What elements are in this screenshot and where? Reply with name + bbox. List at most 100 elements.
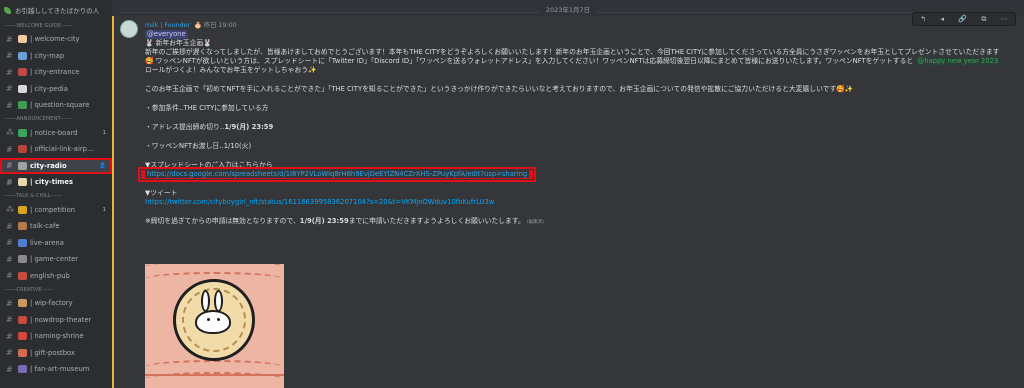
- channel-label: | welcome-city: [30, 35, 80, 44]
- channel-label: english-pub: [30, 271, 70, 280]
- hash-icon: #: [6, 34, 13, 44]
- channel-emoji-icon: [18, 178, 27, 187]
- channel-badge: 👤: [99, 162, 106, 169]
- note-bold: 1/9(月) 23:59: [299, 217, 349, 225]
- bunny-eye: [217, 318, 220, 321]
- channel-label: | city-times: [30, 178, 74, 187]
- channel-item[interactable]: # | city-times: [0, 174, 112, 191]
- stripe: [145, 374, 284, 376]
- channel-label: | competition: [30, 205, 76, 214]
- channel-item[interactable]: # | welcome-city: [0, 31, 112, 48]
- channel-label: | fan-art-museum: [30, 365, 90, 374]
- spreadsheet-link[interactable]: https://docs.google.com/spreadsheets/d/1…: [145, 170, 530, 178]
- deadline-line: ・アドレス提出締め切り‥1/9(月) 23:59: [145, 123, 1004, 132]
- paragraph-end: ロールがつくよ！みんなでお年玉をゲットしちゃおう✨: [145, 66, 317, 74]
- channel-label: | naming-shrine: [30, 332, 84, 341]
- sheet-label: ▼スプレッドシートのご入力はこちらから: [145, 161, 273, 169]
- channel-item[interactable]: # live-arena: [0, 235, 112, 252]
- message-paragraph-2: このお年玉企画で「初めてNFTを手に入れることができた」「THE CITYを知る…: [145, 85, 854, 93]
- hash-icon: #: [6, 221, 13, 231]
- channel-item[interactable]: ⁂ | competition 1: [0, 202, 112, 219]
- deadline-value: 1/9(月) 23:59: [224, 123, 274, 131]
- server-header[interactable]: お引越ししてきたばかりの人: [0, 0, 112, 20]
- channel-item[interactable]: ⁂ | notice-board 1: [0, 125, 112, 142]
- everyone-mention[interactable]: @everyone: [145, 30, 188, 39]
- channel-label: | official-link-airp...: [30, 145, 94, 154]
- channel-emoji-icon: [18, 299, 27, 308]
- hash-icon: ⁂: [6, 205, 14, 215]
- bunny-patch-icon: [173, 279, 255, 361]
- hash-icon: #: [6, 348, 13, 358]
- channel-emoji-icon: [18, 51, 27, 60]
- channel-item[interactable]: # | game-center: [0, 251, 112, 268]
- hash-icon: #: [6, 177, 13, 187]
- hash-icon: #: [6, 254, 13, 264]
- channel-label: | question-square: [30, 101, 90, 110]
- category-header[interactable]: ------CREATIVE------: [0, 284, 112, 295]
- copy-icon[interactable]: ⧉: [981, 15, 986, 24]
- tweet-link[interactable]: https://twitter.com/cityboygirl_nft/stat…: [145, 198, 1004, 207]
- bunny-ear: [214, 290, 223, 312]
- channel-item[interactable]: # | city-entrance: [0, 64, 112, 81]
- category-header[interactable]: ------TALK & CHILL------: [0, 191, 112, 202]
- hash-icon: #: [6, 144, 13, 154]
- avatar[interactable]: [120, 20, 138, 38]
- deadline-prefix: ・アドレス提出締め切り‥: [145, 123, 225, 131]
- channel-item[interactable]: # | city-pedia: [0, 81, 112, 98]
- channel-item[interactable]: # | wip-factory: [0, 295, 112, 312]
- channel-label: | nowdrop-theater: [30, 315, 92, 324]
- channel-item[interactable]: # | nowdrop-theater: [0, 312, 112, 329]
- date-label: 2023年1月7日: [539, 6, 597, 14]
- channel-item[interactable]: # | official-link-airp...: [0, 141, 112, 158]
- message-paragraph: 新年のご挨拶が遅くなってしましたが、皆様あけましておめでとうございます！本年もT…: [145, 48, 1004, 75]
- attached-image[interactable]: [145, 264, 284, 388]
- paragraph-text: 新年のご挨拶が遅くなってしましたが、皆様あけましておめでとうございます！本年もT…: [145, 48, 1000, 65]
- channel-emoji-icon: [18, 101, 27, 110]
- channel-label: | city-map: [30, 51, 65, 60]
- hash-icon: #: [6, 238, 13, 248]
- hash-icon: ⁂: [6, 128, 14, 138]
- note-prefix: ※締切を過ぎてからの申請は無効となりますので、: [145, 217, 300, 225]
- back-icon[interactable]: ◂: [940, 15, 944, 23]
- highlight-box: https://docs.google.com/spreadsheets/d/1…: [137, 167, 537, 182]
- channel-label: | gift-postbox: [30, 348, 76, 357]
- channel-emoji-icon: [18, 315, 27, 324]
- channel-item[interactable]: # | fan-art-museum: [0, 361, 112, 378]
- channel-emoji-icon: [18, 161, 27, 170]
- bunny-ear: [201, 290, 210, 312]
- edited-tag: (編集済): [526, 220, 544, 225]
- channel-item[interactable]: # english-pub: [0, 268, 112, 285]
- channel-item[interactable]: # talk-cafe: [0, 218, 112, 235]
- channel-label: | wip-factory: [30, 299, 73, 308]
- server-name: お引越ししてきたばかりの人: [15, 7, 100, 15]
- channel-item[interactable]: # | question-square: [0, 97, 112, 114]
- discord-app: お引越ししてきたばかりの人 ------WELCOME GUIDE------ #…: [0, 0, 1024, 388]
- hash-icon: #: [6, 100, 13, 110]
- channel-list: ------WELCOME GUIDE------ # | welcome-city…: [0, 20, 112, 378]
- channel-item[interactable]: # | city-map: [0, 48, 112, 65]
- reply-icon[interactable]: ↰: [920, 15, 926, 23]
- channel-emoji-icon: [18, 145, 27, 154]
- channel-emoji-icon: [18, 68, 27, 77]
- message-content: milk | Founder 🎂 昨日 19:00 @everyone 🐰 新年…: [137, 20, 1004, 227]
- message-toolbar: ↰ ◂ 🔗 ⧉ ⋯: [912, 12, 1016, 26]
- category-header[interactable]: ------ANNOUNCEMENT------: [0, 114, 112, 125]
- author-name[interactable]: milk | Founder: [145, 21, 190, 30]
- channel-emoji-icon: [18, 128, 27, 137]
- more-icon[interactable]: ⋯: [1001, 15, 1008, 23]
- channel-item[interactable]: # | gift-postbox: [0, 345, 112, 362]
- channel-emoji-icon: [18, 84, 27, 93]
- channel-item[interactable]: # | naming-shrine: [0, 328, 112, 345]
- hash-icon: #: [6, 315, 13, 325]
- hash-icon: #: [6, 331, 13, 341]
- channel-emoji-icon: [18, 35, 27, 44]
- condition-line: ・参加条件‥THE CITYに参加している方: [145, 104, 269, 112]
- link-icon[interactable]: 🔗: [958, 15, 967, 23]
- role-mention[interactable]: @happy new year 2023: [915, 57, 1001, 66]
- channel-emoji-icon: [18, 205, 27, 214]
- channel-item[interactable]: # city-radio 👤: [0, 157, 112, 174]
- category-header[interactable]: ------WELCOME GUIDE------: [0, 20, 112, 31]
- hash-icon: #: [6, 51, 13, 61]
- channel-emoji-icon: [18, 271, 27, 280]
- note-suffix: までに申請いただきますようよろしくお願いいたします。: [348, 217, 525, 225]
